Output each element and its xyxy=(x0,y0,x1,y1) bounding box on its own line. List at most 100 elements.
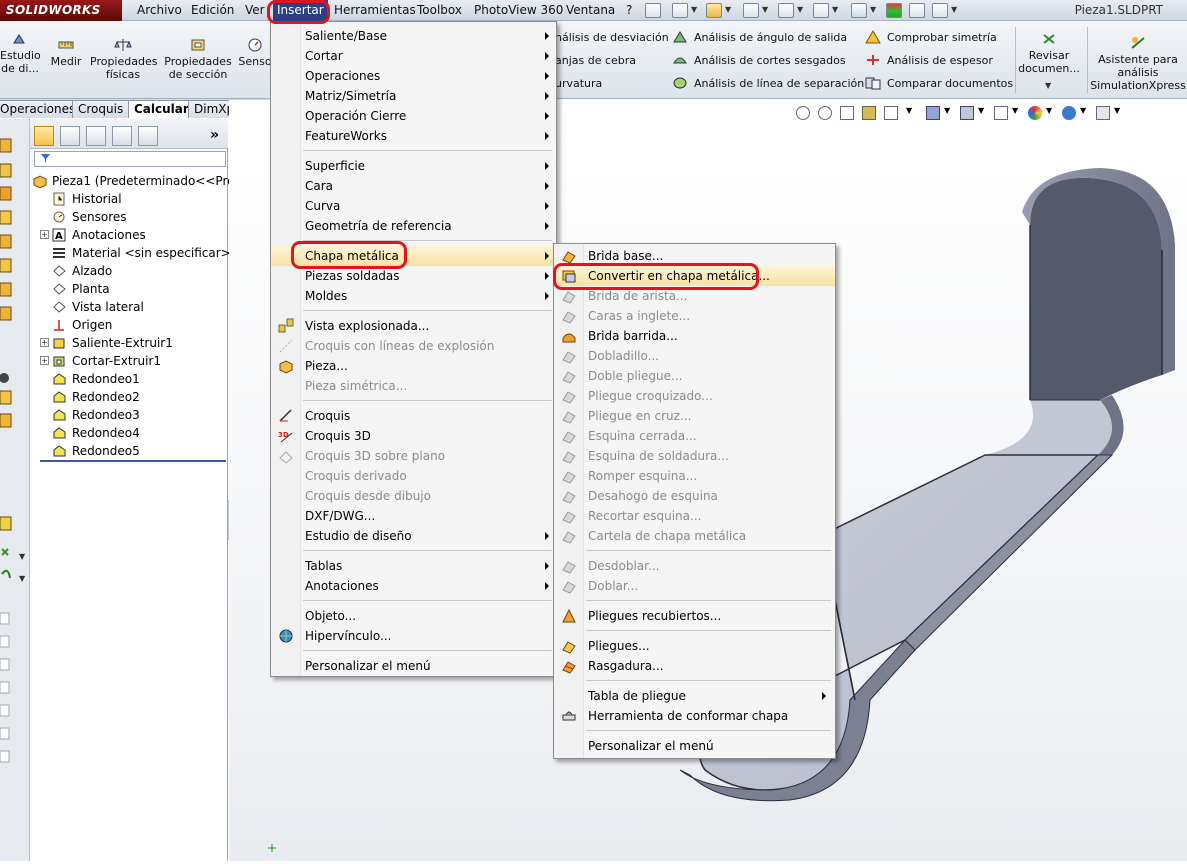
draft-analysis-button[interactable]: Análisis de ángulo de salida xyxy=(672,30,847,45)
insertar-menu-item-cortar[interactable]: Cortar xyxy=(271,46,556,66)
chevron-down-icon[interactable]: ▼ xyxy=(691,5,697,14)
curvature-button[interactable]: urvatura xyxy=(555,76,602,91)
section-view-icon[interactable] xyxy=(862,106,876,120)
chevron-down-icon[interactable]: ▼ xyxy=(906,106,920,120)
view-orientation-icons[interactable] xyxy=(0,612,10,763)
insertar-menu-item-moldes[interactable]: Moldes xyxy=(271,286,556,306)
chevron-down-icon[interactable]: ▼ xyxy=(1012,106,1026,120)
parting-line-analysis-button[interactable]: Análisis de línea de separación xyxy=(672,76,864,91)
chevron-down-icon[interactable]: ▼ xyxy=(944,106,958,120)
previous-view-icon[interactable] xyxy=(840,106,854,120)
measure-button[interactable]: Medir xyxy=(48,37,84,68)
insertar-menu-item-vista-explosionada[interactable]: Vista explosionada... xyxy=(271,316,556,336)
rebuild-traffic-light-icon[interactable] xyxy=(886,3,902,18)
chevron-down-icon[interactable]: ▼ xyxy=(832,5,838,14)
save-icon[interactable] xyxy=(743,3,759,18)
new-document-icon[interactable] xyxy=(672,3,688,18)
propertymanager-tab-icon[interactable] xyxy=(60,126,80,146)
chapa-menu-item-brida-barrida[interactable]: Brida barrida... xyxy=(554,326,835,346)
chevron-down-icon[interactable]: ▼ xyxy=(762,5,768,14)
menu-ver[interactable]: Ver xyxy=(245,0,265,21)
tab-operaciones[interactable]: Operaciones xyxy=(0,100,82,118)
chevron-down-icon[interactable]: ▼ xyxy=(797,5,803,14)
chapa-menu-item-tabla-de-pliegue[interactable]: Tabla de pliegue xyxy=(554,686,835,706)
compare-documents-button[interactable]: Comparar documentos xyxy=(865,76,1013,91)
undo-icon[interactable] xyxy=(813,3,829,18)
pin-icon[interactable] xyxy=(645,3,661,18)
chevron-down-icon[interactable]: ▼ xyxy=(978,106,992,120)
menu-herramientas[interactable]: Herramientas xyxy=(334,0,416,21)
sheet-metal-tool-icons[interactable] xyxy=(0,138,12,579)
insertar-menu-item-estudio-de-diseño[interactable]: Estudio de diseño xyxy=(271,526,556,546)
chapa-menu-item-pliegues-recubiertos[interactable]: Pliegues recubiertos... xyxy=(554,606,835,626)
zoom-area-icon[interactable] xyxy=(818,106,832,120)
zebra-stripes-button[interactable]: anjas de cebra xyxy=(555,53,636,68)
insertar-menu-item-hipervínculo[interactable]: Hipervínculo... xyxy=(271,626,556,646)
insertar-menu-item-curva[interactable]: Curva xyxy=(271,196,556,216)
open-folder-icon[interactable] xyxy=(706,3,722,18)
display-style-icon[interactable] xyxy=(960,106,974,120)
zoom-to-fit-icon[interactable] xyxy=(796,106,810,120)
insertar-menu-item-croquis[interactable]: Croquis xyxy=(271,406,556,426)
insertar-menu-item-dxf-dwg[interactable]: DXF/DWG... xyxy=(271,506,556,526)
expand-icon[interactable]: + xyxy=(40,230,49,239)
insertar-menu-item-piezas-soldadas[interactable]: Piezas soldadas xyxy=(271,266,556,286)
undercut-analysis-button[interactable]: Análisis de cortes sesgados xyxy=(672,53,846,68)
menu-ventana[interactable]: Ventana xyxy=(566,0,615,21)
design-study-button[interactable]: Estudio de di... xyxy=(0,31,41,75)
print-icon[interactable] xyxy=(778,3,794,18)
chevron-down-icon[interactable]: ▼ xyxy=(19,552,26,561)
menu-help[interactable]: ? xyxy=(626,0,632,21)
chevron-down-icon[interactable]: ▼ xyxy=(1046,106,1060,120)
insertar-menu-item-superficie[interactable]: Superficie xyxy=(271,156,556,176)
section-properties-button[interactable]: Propiedades de sección xyxy=(162,37,234,81)
insertar-menu-item-anotaciones[interactable]: Anotaciones xyxy=(271,576,556,596)
insertar-menu-item-tablas[interactable]: Tablas xyxy=(271,556,556,576)
tab-croquis[interactable]: Croquis xyxy=(72,100,130,118)
hide-show-items-icon[interactable] xyxy=(994,106,1008,120)
featuremanager-tab-icon[interactable] xyxy=(34,126,54,146)
mass-properties-button[interactable]: Propiedades físicas xyxy=(90,37,157,81)
tree-filter-input[interactable] xyxy=(34,151,226,167)
expand-icon[interactable]: + xyxy=(40,338,49,347)
dynamic-annotation-icon[interactable] xyxy=(884,106,898,120)
insertar-menu-item-croquis-3d[interactable]: 3D Croquis 3D xyxy=(271,426,556,446)
menu-edicion[interactable]: Edición xyxy=(191,0,234,21)
chevron-down-icon[interactable]: ▼ xyxy=(1114,106,1128,120)
deviation-analysis-button[interactable]: nálisis de desviación xyxy=(555,30,669,45)
select-pointer-icon[interactable] xyxy=(851,3,867,18)
chevron-down-icon[interactable]: ▼ xyxy=(725,5,731,14)
expand-icon[interactable]: + xyxy=(40,356,49,365)
chevron-down-icon[interactable]: ▼ xyxy=(951,5,957,14)
thickness-analysis-button[interactable]: Análisis de espesor xyxy=(865,53,993,68)
chapa-menu-item-personalizar-el-menú[interactable]: Personalizar el menú xyxy=(554,736,835,756)
scene-icon[interactable] xyxy=(1062,106,1076,120)
insertar-menu-item-pieza[interactable]: Pieza... xyxy=(271,356,556,376)
review-document-button[interactable]: Revisar documen... xyxy=(1018,31,1080,75)
chevron-down-icon[interactable]: ▼ xyxy=(19,574,26,583)
symmetry-check-button[interactable]: Comprobar simetría xyxy=(865,30,997,45)
insertar-menu-item-featureworks[interactable]: FeatureWorks xyxy=(271,126,556,146)
display-manager-tab-icon[interactable] xyxy=(138,126,158,146)
chevron-down-icon[interactable]: ▼ xyxy=(1045,81,1051,90)
menu-archivo[interactable]: Archivo xyxy=(137,0,182,21)
chapa-menu-item-rasgadura[interactable]: Rasgadura... xyxy=(554,656,835,676)
menu-photoview[interactable]: PhotoView 360 xyxy=(474,0,563,21)
chevron-down-icon[interactable]: ▼ xyxy=(870,5,876,14)
options-icon[interactable] xyxy=(932,3,948,18)
view-orientation-icon[interactable] xyxy=(926,106,940,120)
dimxpertmanager-tab-icon[interactable] xyxy=(112,126,132,146)
simulationxpress-button[interactable]: Asistente para análisis SimulationXpress xyxy=(1090,35,1186,92)
file-properties-icon[interactable] xyxy=(909,3,925,18)
appearance-icon[interactable] xyxy=(1028,106,1042,120)
chapa-menu-item-herramienta-de-conformar-chapa[interactable]: Herramienta de conformar chapa xyxy=(554,706,835,726)
tab-calcular[interactable]: Calcular xyxy=(128,100,195,118)
expand-tabs-icon[interactable]: » xyxy=(210,127,219,143)
insertar-menu-item-operaciones[interactable]: Operaciones xyxy=(271,66,556,86)
insertar-menu-item-operación-cierre[interactable]: Operación Cierre xyxy=(271,106,556,126)
insertar-menu-item-matriz-simetría[interactable]: Matriz/Simetría xyxy=(271,86,556,106)
chapa-menu-item-pliegues[interactable]: Pliegues... xyxy=(554,636,835,656)
chevron-down-icon[interactable]: ▼ xyxy=(1080,106,1094,120)
insertar-menu-item-cara[interactable]: Cara xyxy=(271,176,556,196)
insertar-menu-item-objeto[interactable]: Objeto... xyxy=(271,606,556,626)
